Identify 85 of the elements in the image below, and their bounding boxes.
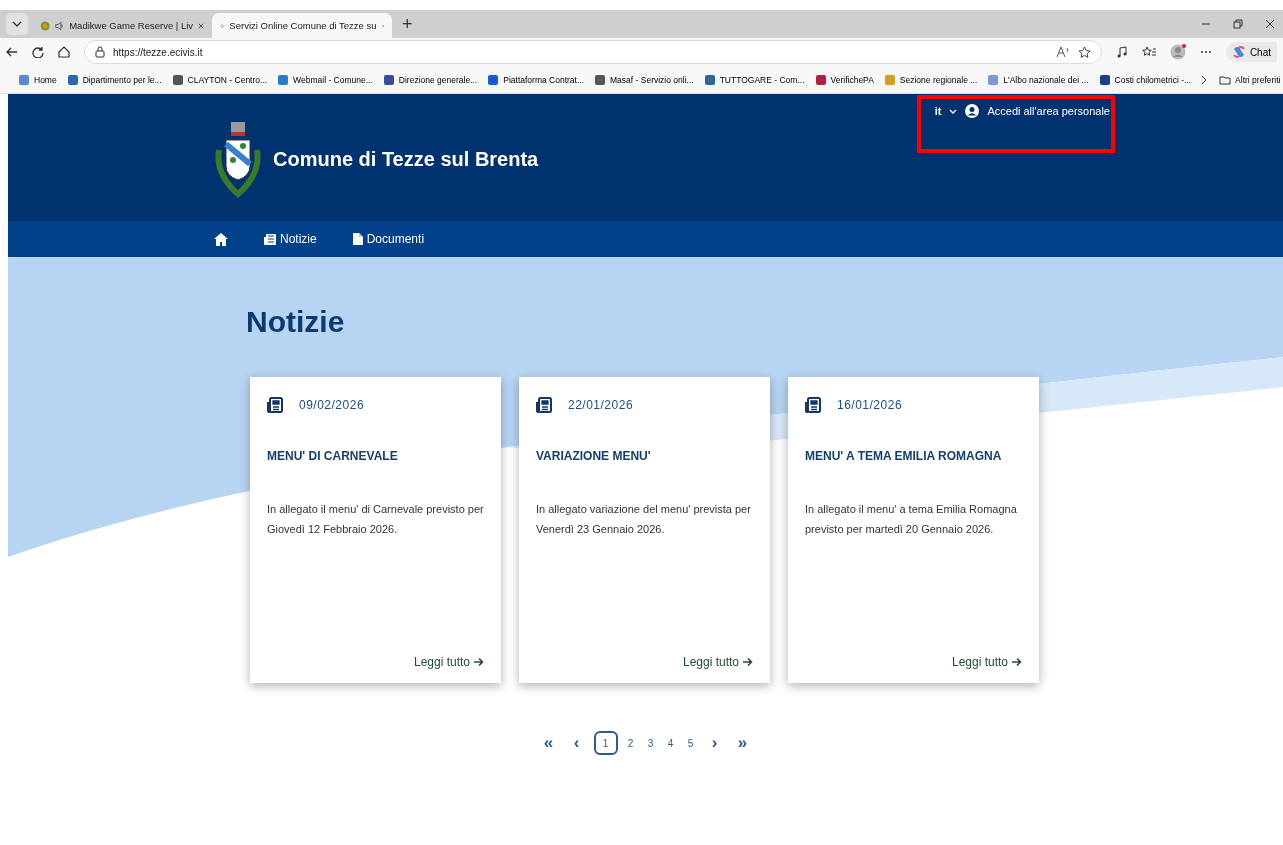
page-button[interactable]: 5 (683, 731, 698, 755)
bookmark[interactable]: VerifichePA (814, 73, 874, 86)
more-icon[interactable] (1199, 50, 1212, 54)
music-note-icon[interactable] (1115, 46, 1128, 58)
other-favorites-button[interactable]: Altri preferiti (1219, 74, 1281, 85)
newspaper-icon (805, 397, 821, 413)
bookmark-favicon-icon (1098, 73, 1111, 86)
news-date: 22/01/2026 (568, 398, 634, 412)
copilot-button[interactable]: Chat (1225, 42, 1277, 62)
previous-page-button[interactable]: ‹ (565, 731, 588, 755)
home-icon[interactable] (58, 46, 70, 58)
star-icon[interactable] (1077, 45, 1091, 59)
bookmark[interactable]: CLAYTON - Centro... (171, 73, 268, 86)
newspaper-icon (267, 397, 283, 413)
bookmark[interactable]: Masaf - Servizio onli... (594, 73, 694, 86)
news-date: 09/02/2026 (299, 398, 365, 412)
site-title: Comune di Tezze sul Brenta (273, 147, 539, 171)
bookmark-favicon-icon (814, 73, 827, 86)
read-more-link[interactable]: Leggi tutto (682, 655, 753, 669)
news-summary: In allegato variazione del menu' prevista per Venerdì 23 Gennaio 2026. (536, 502, 752, 537)
arrow-right-icon (743, 657, 753, 667)
news-title: VARIAZIONE MENU' (536, 449, 652, 463)
bookmark[interactable]: Direzione generale... (382, 73, 478, 86)
bookmark-favicon-icon (703, 73, 716, 86)
tab-title: Servizi Online Comune di Tezze su (229, 20, 377, 31)
page-button[interactable]: 1 (593, 731, 618, 755)
read-more-link[interactable]: Leggi tutto (951, 655, 1022, 669)
nav-link[interactable]: Documenti (352, 232, 425, 246)
news-summary: In allegato il menu' di Carnevale previsto per Giovedì 12 Febbraio 2026. (267, 502, 484, 537)
bookmark[interactable]: Home (18, 73, 57, 86)
bookmark-favicon-icon (18, 73, 30, 86)
page-button[interactable]: 4 (663, 731, 678, 755)
bookmark[interactable]: TUTTOGARE - Com... (703, 73, 805, 86)
restore-icon[interactable] (1233, 19, 1243, 29)
bookmark-favicon-icon (883, 73, 896, 86)
nav-link[interactable]: Notizie (264, 232, 317, 246)
address-bar[interactable]: https://tezze.ecivis.it (84, 40, 1102, 64)
bookmark-favicon-icon (487, 73, 500, 86)
news-title: MENU' A TEMA EMILIA ROMAGNA (805, 449, 1003, 463)
bookmark[interactable]: Piattaforma Contrat... (487, 73, 585, 86)
refresh-icon[interactable] (32, 46, 44, 58)
new-tab-button[interactable]: + (392, 10, 423, 38)
profile-icon[interactable] (1169, 44, 1186, 60)
read-aloud-icon (1055, 46, 1070, 58)
arrow-right-icon (1012, 657, 1022, 667)
back-icon[interactable] (6, 46, 18, 58)
first-page-button[interactable]: « (537, 731, 560, 755)
bookmark-favicon-icon (171, 73, 184, 86)
lock-icon (95, 46, 105, 58)
arrow-right-icon (474, 657, 484, 667)
chevron-down-icon (12, 21, 22, 27)
bookmark-favicon-icon (987, 73, 1000, 86)
page-heading: Notizie (245, 304, 346, 339)
browser-tab[interactable]: Servizi Online Comune di Tezze su (212, 13, 392, 38)
document-icon (352, 233, 363, 245)
bookmark-favicon-icon (594, 73, 607, 86)
url-text: https://tezze.ecivis.it (113, 46, 204, 58)
news-title: MENU' DI CARNEVALE (267, 449, 399, 463)
newspaper-icon (264, 233, 276, 245)
news-date: 16/01/2026 (837, 398, 903, 412)
bookmark[interactable]: Sezione regionale ... (883, 73, 978, 86)
news-summary: In allegato il menu' a tema Emilia Romagna previsto per martedì 20 Gennaio 2026. (805, 502, 1018, 537)
bookmark[interactable]: L'Albo nazionale dei ... (987, 73, 1089, 86)
language-selector[interactable]: it (934, 105, 958, 117)
login-link[interactable]: Accedi all'area personale (965, 104, 1110, 118)
bookmark[interactable]: Costi chilometrici -... (1098, 73, 1192, 86)
copilot-icon (1231, 45, 1246, 59)
home-icon[interactable] (214, 232, 228, 246)
next-page-button[interactable]: › (703, 731, 726, 755)
bookmark-favicon-icon (66, 73, 79, 86)
bookmark-favicon-icon (382, 73, 395, 86)
bookmark[interactable]: Webmail - Comune... (277, 73, 373, 86)
page-button[interactable]: 2 (623, 731, 638, 755)
folder-icon (1219, 74, 1232, 85)
bookmark-favicon-icon (277, 73, 290, 86)
last-page-button[interactable]: » (731, 731, 754, 755)
bookmark[interactable]: Dipartimento per le... (66, 73, 162, 86)
user-circle-icon (965, 104, 980, 118)
newspaper-icon (536, 397, 552, 413)
page-button[interactable]: 3 (643, 731, 658, 755)
chevron-down-icon (949, 108, 958, 114)
tab-title: Madikwe Game Reserve | Liv (69, 20, 194, 31)
chevron-right-icon[interactable] (1201, 74, 1208, 85)
favorites-icon[interactable] (1141, 46, 1156, 58)
read-more-link[interactable]: Leggi tutto (413, 655, 484, 669)
